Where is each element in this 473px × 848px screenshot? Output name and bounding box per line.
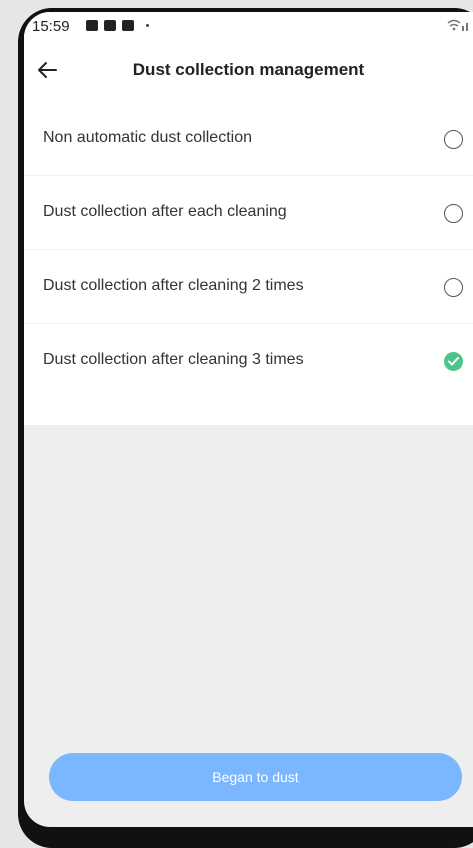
option-label: Dust collection after cleaning 3 times — [43, 351, 304, 368]
radio-unchecked-icon[interactable] — [444, 130, 463, 149]
option-after-2-cleanings[interactable]: Dust collection after cleaning 2 times — [24, 250, 473, 324]
page-title: Dust collection management — [132, 60, 365, 79]
status-bar: 15:59 — [24, 12, 473, 40]
status-time: 15:59 — [32, 18, 70, 35]
option-non-automatic[interactable]: Non automatic dust collection — [24, 102, 473, 176]
image-icon — [104, 20, 116, 31]
folder-icon — [86, 20, 98, 31]
status-notification-icons — [86, 20, 149, 31]
dot-icon — [146, 24, 149, 27]
checkmark-icon — [448, 357, 459, 366]
radio-unchecked-icon[interactable] — [444, 204, 463, 223]
top-app-bar: Dust collection management — [24, 40, 473, 102]
option-after-3-cleanings[interactable]: Dust collection after cleaning 3 times — [24, 324, 473, 397]
flipboard-icon — [122, 20, 134, 31]
option-label: Dust collection after cleaning 2 times — [43, 277, 304, 294]
option-label: Non automatic dust collection — [43, 129, 252, 146]
began-to-dust-button[interactable]: Began to dust — [49, 753, 462, 801]
radio-unchecked-icon[interactable] — [444, 278, 463, 297]
option-after-each-cleaning[interactable]: Dust collection after each cleaning — [24, 176, 473, 250]
app-screen: 15:59 Dust collection management Non aut… — [24, 12, 473, 827]
dust-collection-options: Non automatic dust collection Dust colle… — [24, 102, 473, 425]
wifi-signal-icon — [447, 18, 471, 35]
option-label: Dust collection after each cleaning — [43, 203, 287, 220]
radio-checked-icon[interactable] — [444, 352, 463, 371]
